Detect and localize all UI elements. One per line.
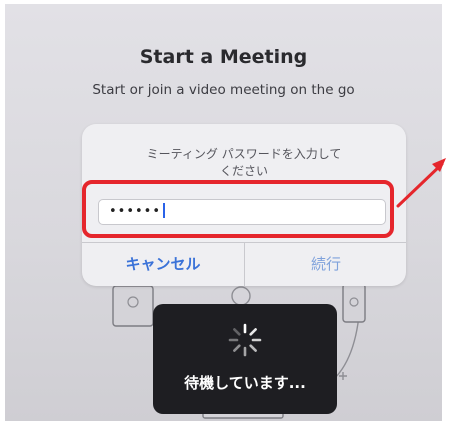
dialog-message: ミーティング パスワードを入力して ください (146, 147, 342, 178)
loading-toast: 待機しています... (153, 304, 337, 414)
password-field-highlight (82, 180, 394, 238)
cancel-button[interactable]: キャンセル (82, 242, 244, 286)
activity-spinner-icon (228, 323, 262, 357)
continue-button[interactable]: 続行 (245, 242, 407, 286)
red-arrow-annotation (396, 158, 446, 208)
loading-label: 待機しています... (184, 374, 306, 392)
